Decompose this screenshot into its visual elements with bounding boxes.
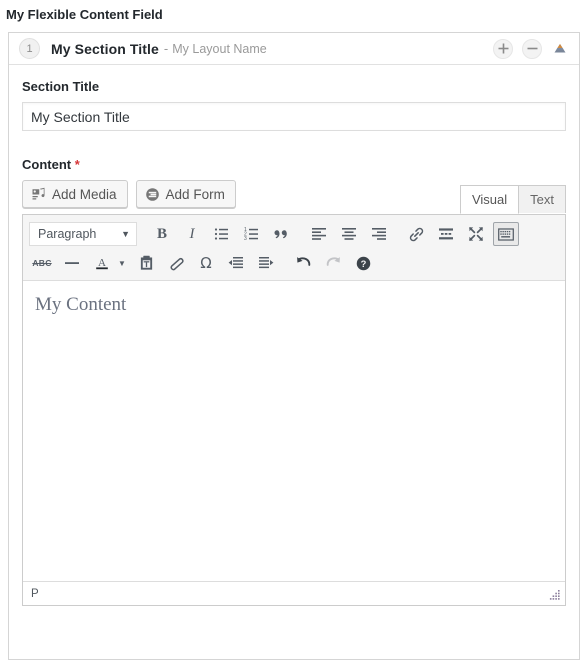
add-layout-button[interactable] <box>493 38 513 59</box>
field-section-title: Section Title <box>22 79 566 131</box>
editor-statusbar: P <box>23 581 565 605</box>
blockquote-icon[interactable] <box>269 222 295 246</box>
editor-toolbar-group: Paragraph ▼ B I 1 2 3 ABC A ▼ Ω ? <box>23 215 565 281</box>
strikethrough-glyph: ABC <box>32 258 52 268</box>
format-select-value: Paragraph <box>38 227 97 241</box>
align-left-icon[interactable] <box>306 222 332 246</box>
flexible-content-panel: 1 My Section Title - My Layout Name Sect… <box>8 32 580 660</box>
fullscreen-icon[interactable] <box>463 222 489 246</box>
editor-toolbar-row-1: Paragraph ▼ B I 1 2 3 <box>25 219 563 249</box>
editor-mode-tabs: Visual Text <box>459 180 566 214</box>
layout-actions <box>493 38 571 59</box>
content-label: Content * <box>22 157 566 173</box>
chevron-down-icon: ▼ <box>118 258 126 268</box>
italic-icon[interactable]: I <box>179 222 205 246</box>
collapse-toggle-icon[interactable] <box>551 39 569 59</box>
editor-container: Paragraph ▼ B I 1 2 3 ABC A ▼ Ω ? My Con… <box>22 214 566 606</box>
layout-order-badge: 1 <box>19 38 40 59</box>
italic-glyph: I <box>189 225 195 242</box>
bulleted-list-icon[interactable] <box>209 222 235 246</box>
special-character-icon[interactable]: Ω <box>193 251 219 275</box>
svg-text:?: ? <box>360 259 366 269</box>
field-content: Content * Add Media Add Form Visual Text… <box>22 157 566 606</box>
text-color-icon[interactable]: A <box>89 251 115 275</box>
add-media-label: Add Media <box>52 186 117 202</box>
bold-icon[interactable]: B <box>149 222 175 246</box>
add-form-label: Add Form <box>165 186 225 202</box>
tab-visual[interactable]: Visual <box>459 185 520 214</box>
help-icon[interactable]: ? <box>350 251 376 275</box>
toolbar-toggle-icon[interactable] <box>493 222 519 246</box>
bold-glyph: B <box>156 225 167 242</box>
layout-title: My Section Title <box>51 40 159 57</box>
editor-content-area[interactable]: My Content <box>23 281 565 581</box>
redo-icon[interactable] <box>320 251 346 275</box>
read-more-icon[interactable] <box>433 222 459 246</box>
horizontal-rule-icon[interactable] <box>59 251 85 275</box>
section-title-label: Section Title <box>22 79 100 94</box>
wp-editor-wrap: Add Media Add Form Visual Text Paragraph… <box>22 180 566 606</box>
indent-icon[interactable] <box>253 251 279 275</box>
add-form-button[interactable]: Add Form <box>135 180 236 208</box>
clear-formatting-icon[interactable] <box>163 251 189 275</box>
layout-name: My Layout Name <box>172 41 267 56</box>
media-icon <box>31 187 46 202</box>
layout-body: Section Title Content * <box>9 65 579 606</box>
align-right-icon[interactable] <box>366 222 392 246</box>
layout-separator: - <box>163 41 169 56</box>
content-label-text: Content <box>22 157 72 172</box>
field-spacer <box>22 131 566 157</box>
svg-text:3: 3 <box>244 236 247 242</box>
page-title: My Flexible Content Field <box>6 7 163 22</box>
add-media-button[interactable]: Add Media <box>22 180 128 208</box>
strikethrough-icon[interactable]: ABC <box>29 251 55 275</box>
editor-toolbar-row-2: ABC A ▼ Ω ? <box>25 249 563 277</box>
section-title-input[interactable] <box>22 102 566 131</box>
undo-icon[interactable] <box>290 251 316 275</box>
remove-layout-button[interactable] <box>522 38 542 59</box>
layout-header: 1 My Section Title - My Layout Name <box>9 33 579 65</box>
svg-text:A: A <box>98 257 106 269</box>
align-center-icon[interactable] <box>336 222 362 246</box>
format-select[interactable]: Paragraph ▼ <box>29 222 137 246</box>
editor-paragraph: My Content <box>35 294 127 315</box>
required-asterisk: * <box>74 157 80 172</box>
element-path[interactable]: P <box>31 588 39 600</box>
omega-glyph: Ω <box>200 254 212 272</box>
paste-as-text-icon[interactable] <box>133 251 159 275</box>
outdent-icon[interactable] <box>223 251 249 275</box>
numbered-list-icon[interactable]: 1 2 3 <box>239 222 265 246</box>
link-icon[interactable] <box>403 222 429 246</box>
form-icon <box>145 187 160 202</box>
tab-text[interactable]: Text <box>519 185 566 213</box>
text-color-caret-icon[interactable]: ▼ <box>115 251 129 275</box>
resize-handle-icon[interactable] <box>548 590 562 602</box>
chevron-down-icon: ▼ <box>121 229 130 239</box>
